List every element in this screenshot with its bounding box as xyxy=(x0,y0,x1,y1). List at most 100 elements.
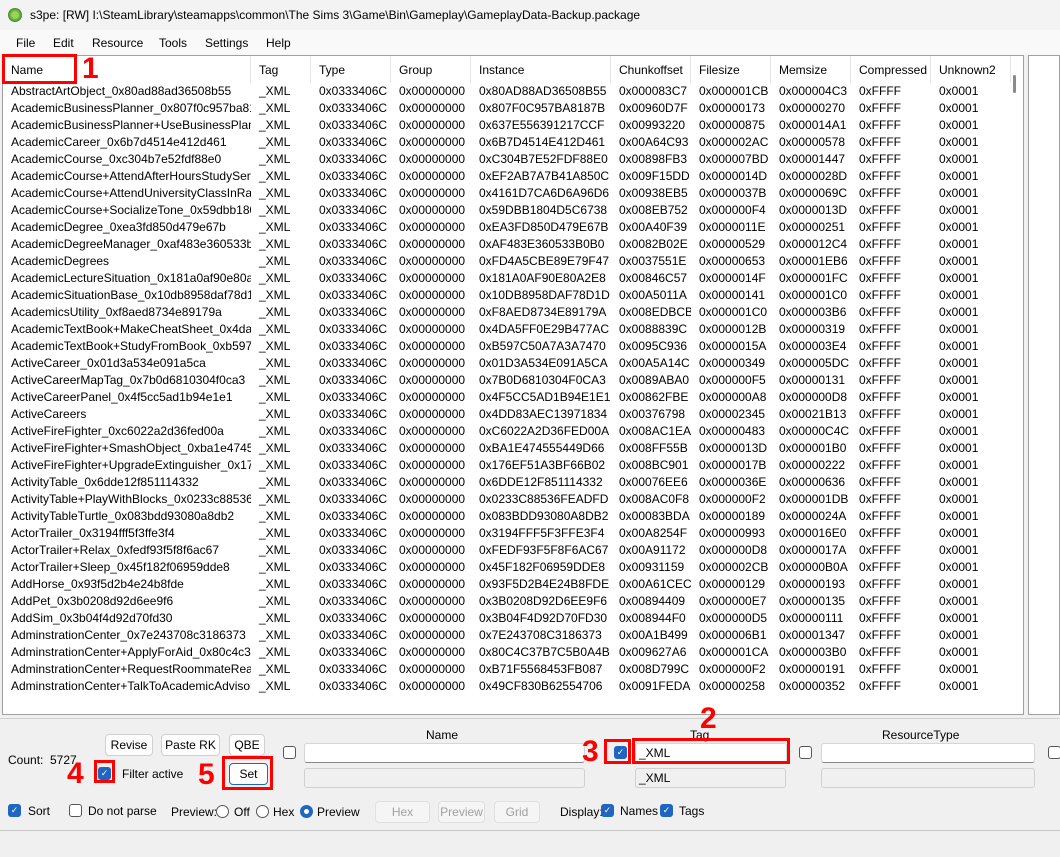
column-header-type[interactable]: Type xyxy=(311,56,391,83)
annotation-box-2 xyxy=(632,738,790,764)
table-row[interactable]: ActiveCareers _XML 0x0333406C 0x00000000 0x4… xyxy=(3,406,1011,423)
table-row[interactable]: AdminstrationCenter+RequestRoommateReass… xyxy=(3,661,1011,678)
table-row[interactable]: ActorTrailer+Sleep_0x45f182f06959dde8 _XM… xyxy=(3,559,1011,576)
hex-button[interactable]: Hex xyxy=(375,801,430,823)
table-row[interactable]: AcademicCourse+SocializeTone_0x59dbb1804… xyxy=(3,202,1011,219)
table-row[interactable]: ActivityTableTurtle_0x083bdd93080a8db2 _X… xyxy=(3,508,1011,525)
table-row[interactable]: ActorTrailer_0x3194fff5f3ffe3f4 _XML 0x033… xyxy=(3,525,1011,542)
next-filter-checkbox[interactable] xyxy=(1048,746,1060,759)
table-row[interactable]: AcademicCareer_0x6b7d4514e412d461 _XML 0x0… xyxy=(3,134,1011,151)
cell-compressed: 0xFFFF xyxy=(859,458,901,472)
cell-memsize: 0x00000636 xyxy=(779,475,846,489)
cell-tag: _XML xyxy=(259,611,291,625)
table-row[interactable]: AcademicTextBook+StudyFromBook_0xb597c5.… xyxy=(3,338,1011,355)
menu-help[interactable]: Help xyxy=(266,36,291,50)
table-row[interactable]: AbstractArtObject_0x80ad88ad36508b55 _XML… xyxy=(3,83,1011,100)
cell-compressed: 0xFFFF xyxy=(859,152,901,166)
table-row[interactable]: AcademicDegree_0xea3fd850d479e67b _XML 0x0… xyxy=(3,219,1011,236)
column-header-filesize[interactable]: Filesize xyxy=(691,56,771,83)
menu-tools[interactable]: Tools xyxy=(159,36,187,50)
column-header-compressed[interactable]: Compressed xyxy=(851,56,931,83)
grid-button[interactable]: Grid xyxy=(494,801,540,823)
table-row[interactable]: AcademicDegreeManager_0xaf483e360533b0b0… xyxy=(3,236,1011,253)
window-title: s3pe: [RW] I:\SteamLibrary\steamapps\com… xyxy=(30,8,641,22)
table-row[interactable]: ActiveCareerPanel_0x4f5cc5ad1b94e1e1 _XML… xyxy=(3,389,1011,406)
paste-rk-button[interactable]: Paste RK xyxy=(161,734,220,756)
cell-type: 0x0333406C xyxy=(319,288,388,302)
resource-list[interactable]: Name Tag Type Group Instance Chunkoffset Files… xyxy=(2,55,1024,715)
table-row[interactable]: AddHorse_0x93f5d2b4e24b8fde _XML 0x0333406… xyxy=(3,576,1011,593)
table-row[interactable]: AcademicCourse+AttendAfterHoursStudyServ… xyxy=(3,168,1011,185)
name-filter-checkbox[interactable] xyxy=(283,746,296,759)
resource-type-filter-checkbox[interactable] xyxy=(799,746,812,759)
column-header-instance[interactable]: Instance xyxy=(471,56,611,83)
display-names-checkbox[interactable]: ✓ xyxy=(601,804,614,817)
cell-type: 0x0333406C xyxy=(319,577,388,591)
cell-memsize: 0x000001FC xyxy=(779,271,848,285)
qbe-button[interactable]: QBE xyxy=(229,734,265,756)
cell-filesize: 0x0000014F xyxy=(699,271,766,285)
table-row[interactable]: AcademicDegrees _XML 0x0333406C 0x00000000 0… xyxy=(3,253,1011,270)
cell-instance: 0x10DB8958DAF78D1D xyxy=(479,288,610,302)
table-row[interactable]: AcademicBusinessPlanner_0x807f0c957ba818… xyxy=(3,100,1011,117)
table-row[interactable]: AcademicCourse_0xc304b7e52fdf88e0 _XML 0x0… xyxy=(3,151,1011,168)
vertical-scrollbar[interactable] xyxy=(1011,56,1023,714)
scrollbar-thumb[interactable] xyxy=(1013,75,1016,93)
table-row[interactable]: ActivityTable+PlayWithBlocks_0x0233c8853… xyxy=(3,491,1011,508)
cell-group: 0x00000000 xyxy=(399,118,466,132)
table-row[interactable]: ActivityTable_0x6dde12f851114332 _XML 0x03… xyxy=(3,474,1011,491)
cell-name: ActiveCareerPanel_0x4f5cc5ad1b94e1e1 xyxy=(11,390,233,404)
cell-filesize: 0x0000013D xyxy=(699,441,768,455)
table-row[interactable]: AcademicTextBook+MakeCheatSheet_0x4da5ff… xyxy=(3,321,1011,338)
column-header-memsize[interactable]: Memsize xyxy=(771,56,851,83)
table-row[interactable]: ActiveFireFighter+SmashObject_0xba1e4745… xyxy=(3,440,1011,457)
table-row[interactable]: ActiveCareerMapTag_0x7b0d6810304f0ca3 _XM… xyxy=(3,372,1011,389)
cell-group: 0x00000000 xyxy=(399,84,466,98)
table-row[interactable]: AdminstrationCenter_0x7e243708c3186373 _X… xyxy=(3,627,1011,644)
column-header-tag[interactable]: Tag xyxy=(251,56,311,83)
cell-instance: 0x083BDD93080A8DB2 xyxy=(479,509,609,523)
table-row[interactable]: AcademicLectureSituation_0x181a0af90e80a… xyxy=(3,270,1011,287)
menu-settings[interactable]: Settings xyxy=(205,36,248,50)
menu-file[interactable]: File xyxy=(16,36,35,50)
sort-checkbox[interactable]: ✓ xyxy=(8,804,21,817)
preview-hex-radio[interactable] xyxy=(256,805,269,818)
table-row[interactable]: ActiveCareer_0x01d3a534e091a5ca _XML 0x033… xyxy=(3,355,1011,372)
preview-preview-radio[interactable] xyxy=(300,805,313,818)
resource-type-filter-input[interactable] xyxy=(821,743,1035,763)
menu-resource[interactable]: Resource xyxy=(92,36,143,50)
table-row[interactable]: ActiveFireFighter_0xc6022a2d36fed00a _XML… xyxy=(3,423,1011,440)
table-row[interactable]: AdminstrationCenter+ApplyForAid_0x80c4c3… xyxy=(3,644,1011,661)
do-not-parse-checkbox[interactable] xyxy=(69,804,82,817)
table-row[interactable]: AcademicCourse+AttendUniversityClassInRa… xyxy=(3,185,1011,202)
table-row[interactable]: AdminstrationCenter+TalkToAcademicAdviso… xyxy=(3,678,1011,695)
display-tags-label: Tags xyxy=(679,804,705,818)
table-row[interactable]: AddSim_0x3b04f4d92d70fd30 _XML 0x0333406C 0… xyxy=(3,610,1011,627)
cell-name: ActorTrailer+Relax_0xfedf93f5f8f6ac67 xyxy=(11,543,220,557)
table-row[interactable]: AcademicSituationBase_0x10db8958daf78d1d… xyxy=(3,287,1011,304)
preview-off-radio[interactable] xyxy=(216,805,229,818)
column-header-chunkoffset[interactable]: Chunkoffset xyxy=(611,56,691,83)
column-header-group[interactable]: Group xyxy=(391,56,471,83)
cell-chunkoffset: 0x009627A6 xyxy=(619,645,687,659)
cell-compressed: 0xFFFF xyxy=(859,645,901,659)
cell-tag: _XML xyxy=(259,441,291,455)
cell-tag: _XML xyxy=(259,322,291,336)
table-row[interactable]: ActorTrailer+Relax_0xfedf93f5f8f6ac67 _XM… xyxy=(3,542,1011,559)
table-row[interactable]: ActiveFireFighter+UpgradeExtinguisher_0x… xyxy=(3,457,1011,474)
display-tags-checkbox[interactable]: ✓ xyxy=(660,804,673,817)
cell-instance: 0x59DBB1804D5C6738 xyxy=(479,203,608,217)
column-header-unknown2[interactable]: Unknown2 xyxy=(931,56,1011,83)
table-row[interactable]: AcademicsUtility_0xf8aed8734e89179a _XML 0… xyxy=(3,304,1011,321)
cell-filesize: 0x0000015A xyxy=(699,339,767,353)
cell-filesize: 0x0000011E xyxy=(699,220,766,234)
name-filter-input[interactable] xyxy=(304,743,585,763)
preview-button[interactable]: Preview xyxy=(438,801,485,823)
cell-filesize: 0x000000F4 xyxy=(699,203,766,217)
cell-group: 0x00000000 xyxy=(399,475,466,489)
menu-edit[interactable]: Edit xyxy=(53,36,74,50)
table-row[interactable]: AcademicBusinessPlanner+UseBusinessPlann… xyxy=(3,117,1011,134)
cell-name: AcademicsUtility_0xf8aed8734e89179a xyxy=(11,305,222,319)
revise-button[interactable]: Revise xyxy=(105,734,153,756)
table-row[interactable]: AddPet_0x3b0208d92d6ee9f6 _XML 0x0333406C 0… xyxy=(3,593,1011,610)
